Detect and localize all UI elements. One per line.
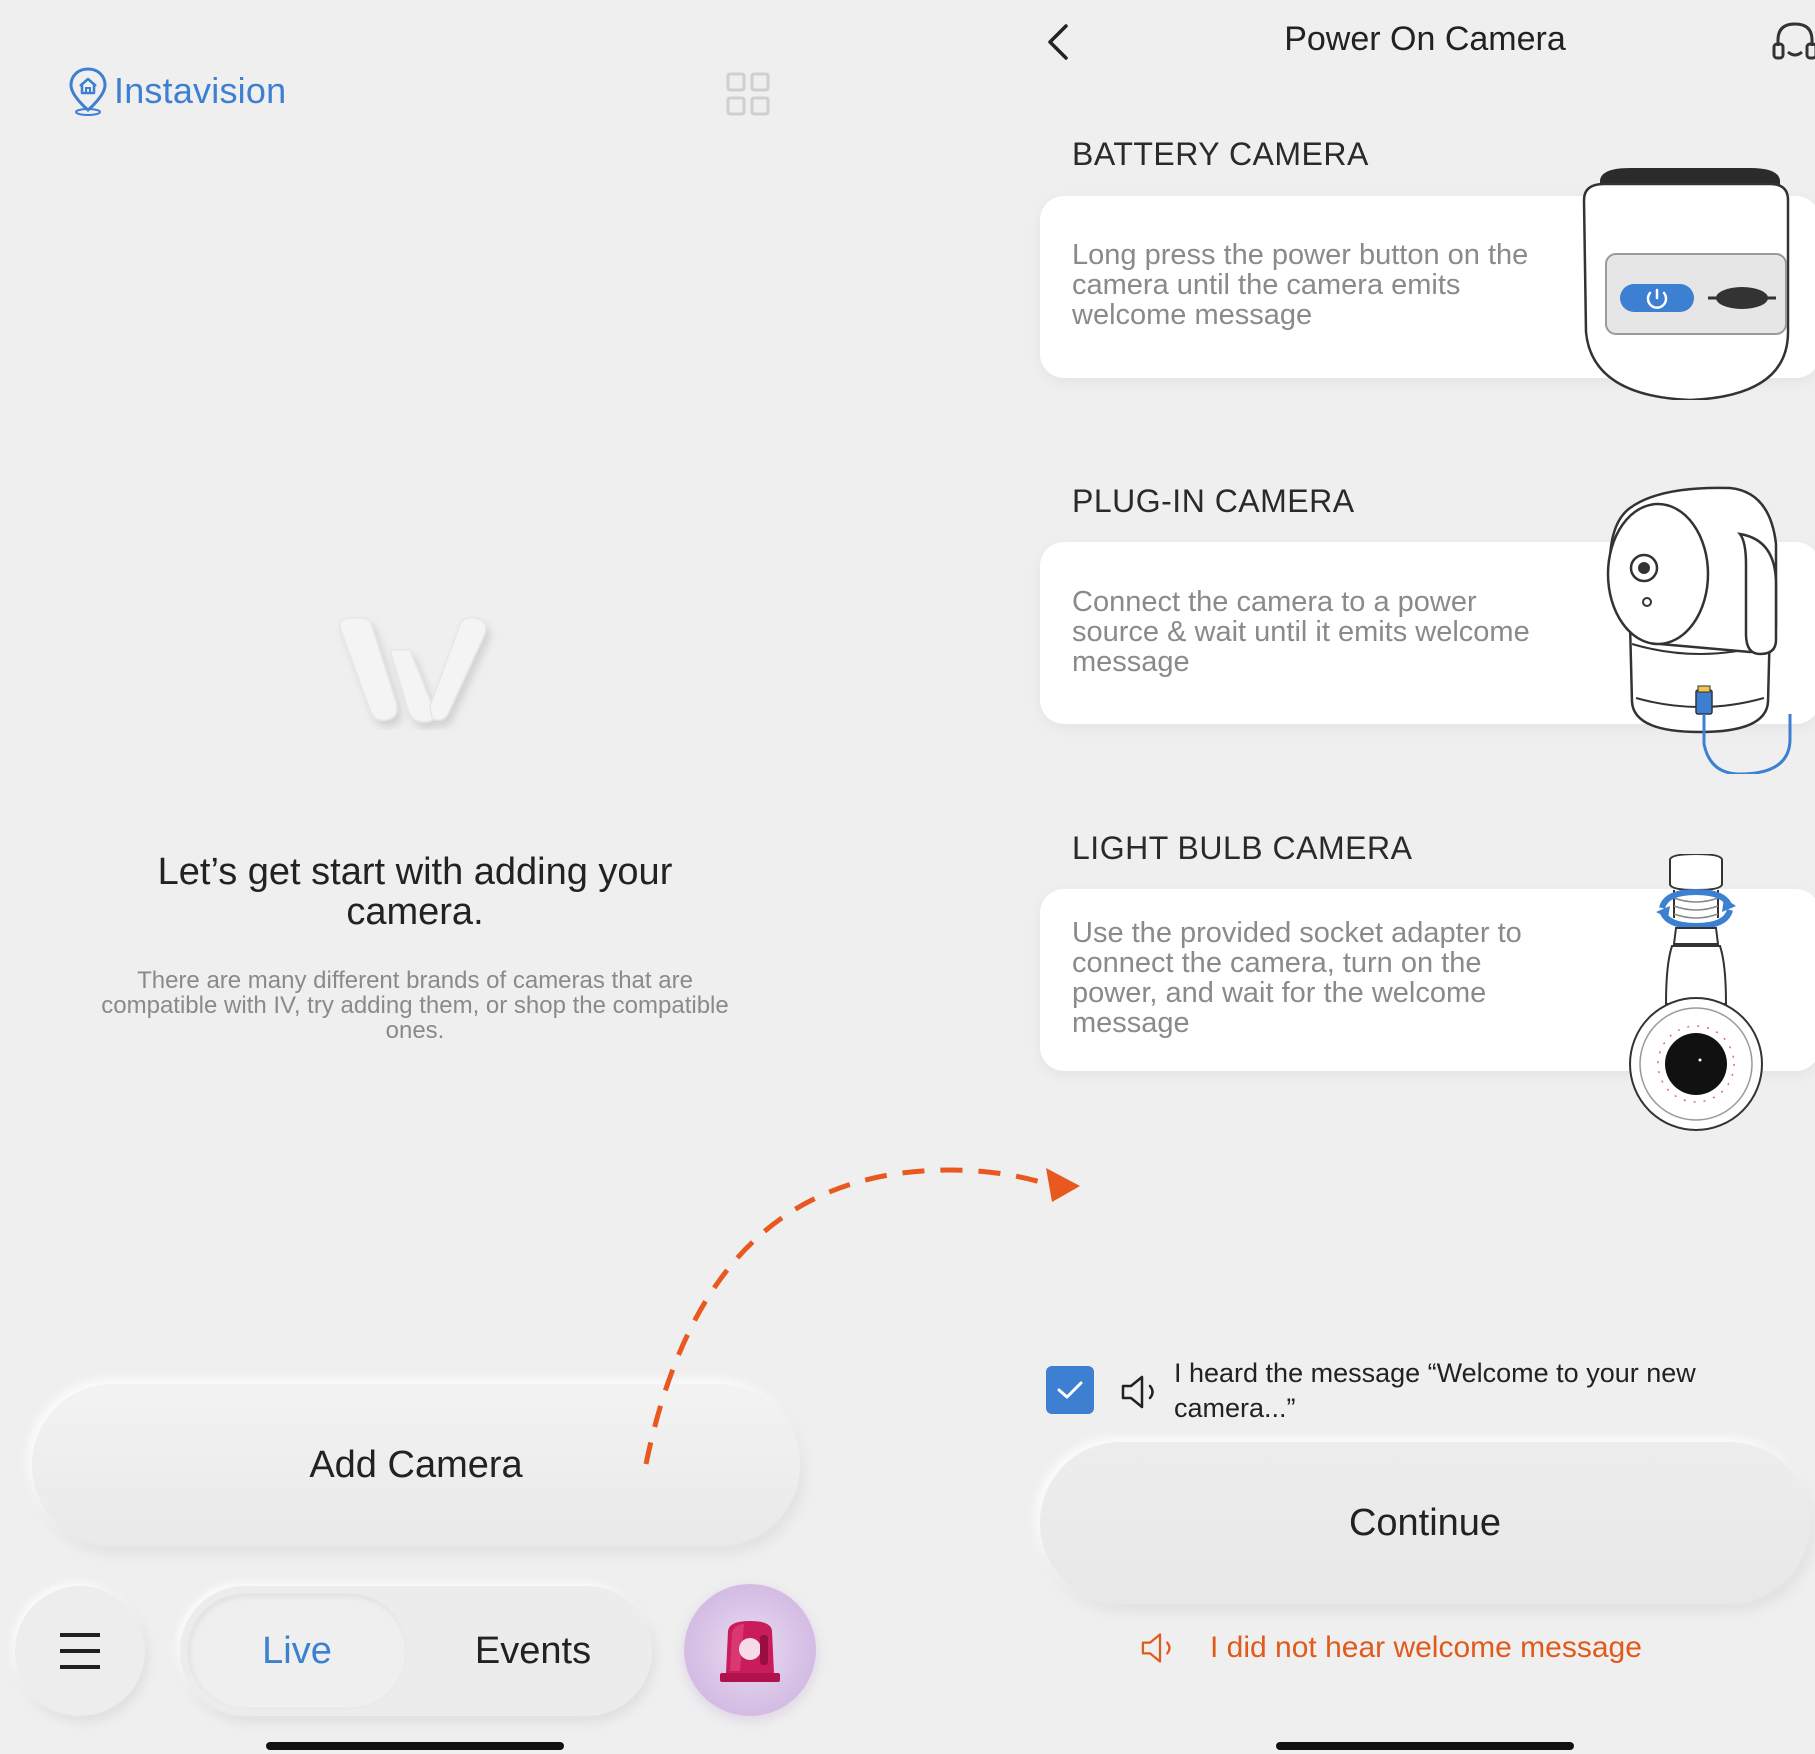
speaker-warning-icon [1141, 1633, 1171, 1663]
siren-button[interactable] [684, 1584, 816, 1716]
plugin-camera-illustration [1606, 486, 1792, 774]
tab-live[interactable]: Live [188, 1594, 406, 1708]
grid-view-icon[interactable] [726, 72, 770, 116]
lightbulb-camera-illustration [1629, 854, 1763, 1131]
heard-message-label: I heard the message “Welcome to your new… [1174, 1358, 1696, 1423]
tab-events[interactable]: Events [420, 1594, 646, 1708]
plugin-camera-description: Connect the camera to a power source & w… [1072, 586, 1530, 678]
siren-icon [720, 1621, 780, 1682]
lightbulb-camera-description: Use the provided socket adapter to conne… [1072, 917, 1522, 1039]
home-indicator-right [1276, 1742, 1574, 1750]
section-heading-lightbulb: LIGHT BULB CAMERA [1072, 830, 1413, 866]
battery-camera-description: Long press the power button on the camer… [1072, 239, 1529, 331]
checkmark-icon [1057, 1381, 1083, 1399]
empty-state-title: Let’s get start with adding your camera. [157, 851, 673, 933]
battery-camera-illustration [1582, 168, 1790, 400]
speaker-icon [1121, 1375, 1154, 1409]
location-pin-icon [69, 67, 107, 116]
menu-button[interactable] [15, 1586, 145, 1716]
section-heading-plugin: PLUG-IN CAMERA [1072, 483, 1355, 519]
menu-icon [60, 1633, 100, 1669]
headset-support-icon[interactable] [1770, 18, 1815, 68]
section-heading-battery: BATTERY CAMERA [1072, 136, 1369, 172]
brand-logo: Instavision [66, 66, 286, 116]
page-title: Power On Camera [1284, 20, 1566, 58]
continue-button[interactable]: Continue [1040, 1442, 1810, 1604]
brand-name: Instavision [114, 70, 287, 111]
back-chevron-icon[interactable] [1040, 22, 1076, 62]
embossed-w-logo [338, 616, 487, 723]
not-heard-label: I did not hear welcome message [1210, 1631, 1642, 1664]
heard-message-checkbox[interactable] [1046, 1366, 1094, 1414]
not-heard-link[interactable]: I did not hear welcome message [1140, 1630, 1642, 1666]
transition-arrow [643, 1167, 1080, 1465]
home-indicator [266, 1742, 564, 1750]
empty-state-subtitle: There are many different brands of camer… [101, 967, 729, 1044]
